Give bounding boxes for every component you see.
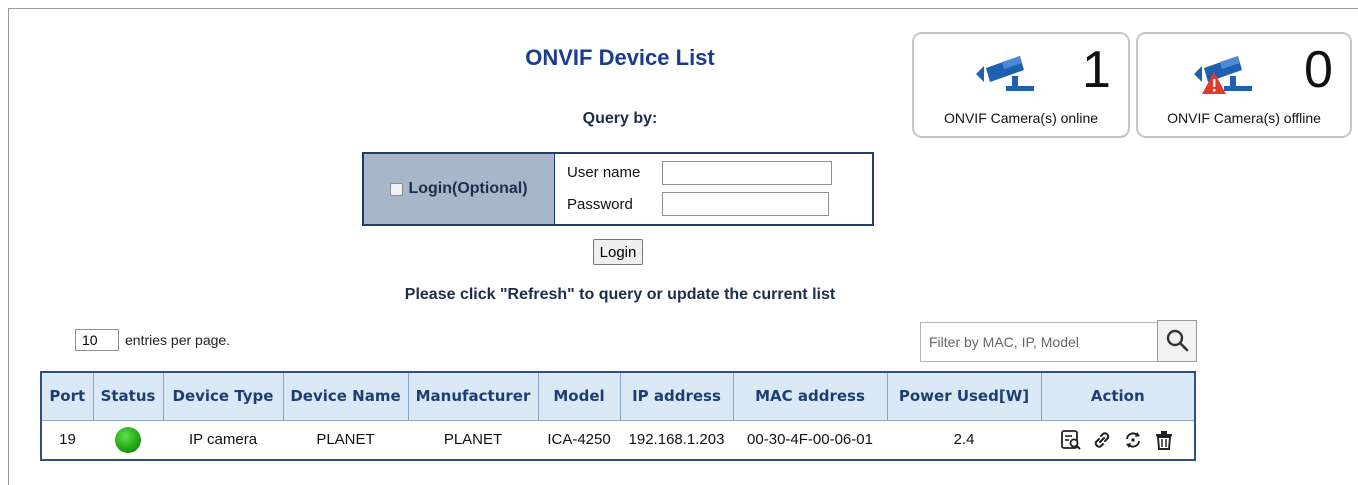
username-field[interactable] xyxy=(662,161,832,185)
cell-power-used: 2.4 xyxy=(953,431,975,449)
cell-action xyxy=(1041,420,1195,460)
login-fields: User name Password xyxy=(555,154,872,224)
cell-port: 19 xyxy=(59,431,76,449)
online-count: 1 xyxy=(1082,41,1111,99)
login-checkbox-label: Login(Optional) xyxy=(408,180,528,197)
page-title: ONVIF Device List xyxy=(525,45,715,70)
cell-device-name: PLANET xyxy=(316,431,375,449)
status-online-indicator xyxy=(115,426,141,453)
search-icon xyxy=(1165,328,1189,355)
col-manufacturer[interactable]: Manufacturer xyxy=(407,371,539,421)
cameras-online-card: 1 ONVIF Camera(s) online xyxy=(912,32,1130,138)
offline-count: 0 xyxy=(1304,41,1333,99)
col-power-used[interactable]: Power Used[W] xyxy=(886,371,1042,421)
entries-per-page-input[interactable] xyxy=(75,329,119,351)
link-icon[interactable] xyxy=(1091,429,1113,451)
camera-online-icon xyxy=(972,50,1036,99)
cell-device-type: IP camera xyxy=(188,431,258,449)
delete-icon[interactable] xyxy=(1153,429,1175,451)
search-button[interactable] xyxy=(1157,320,1197,362)
login-checkbox[interactable] xyxy=(390,182,404,196)
col-device-name[interactable]: Device Name xyxy=(282,371,409,421)
online-label: ONVIF Camera(s) online xyxy=(943,110,1099,126)
cell-mac-address: 00-30-4F-00-06-01 xyxy=(747,431,873,449)
entries-per-page: entries per page. xyxy=(75,329,230,351)
login-button[interactable]: Login xyxy=(593,239,643,265)
password-field[interactable] xyxy=(662,192,829,216)
login-optional-toggle[interactable]: Login(Optional) xyxy=(364,154,555,224)
col-status[interactable]: Status xyxy=(92,371,164,421)
col-device-type[interactable]: Device Type xyxy=(162,371,284,421)
col-port[interactable]: Port xyxy=(40,371,94,421)
col-action: Action xyxy=(1040,371,1196,421)
cell-ip-address: 192.168.1.203 xyxy=(628,431,725,449)
cell-status xyxy=(93,420,163,460)
offline-label: ONVIF Camera(s) offline xyxy=(1167,110,1321,126)
cameras-offline-card: 0 ONVIF Camera(s) offline xyxy=(1136,32,1352,138)
password-label: Password xyxy=(567,196,633,213)
table-row: 19 IP camera PLANET PLANET ICA-4250 192.… xyxy=(41,420,1195,460)
view-details-icon[interactable] xyxy=(1060,429,1082,451)
entries-per-page-label: entries per page. xyxy=(125,332,231,348)
sync-icon[interactable] xyxy=(1122,429,1144,451)
table-header-row: Port Status Device Type Device Name Manu… xyxy=(40,371,1196,421)
device-table: Port Status Device Type Device Name Manu… xyxy=(40,371,1196,461)
camera-offline-icon xyxy=(1190,50,1254,101)
col-ip-address[interactable]: IP address xyxy=(619,371,734,421)
cell-model: ICA-4250 xyxy=(547,431,611,449)
col-model[interactable]: Model xyxy=(537,371,621,421)
refresh-hint: Please click "Refresh" to query or updat… xyxy=(404,286,836,303)
query-by-heading: Query by: xyxy=(582,110,658,127)
cell-manufacturer: PLANET xyxy=(443,431,503,449)
filter-input[interactable] xyxy=(920,322,1158,362)
login-panel: Login(Optional) User name Password xyxy=(362,152,874,226)
col-mac-address[interactable]: MAC address xyxy=(732,371,888,421)
username-label: User name xyxy=(567,164,641,181)
